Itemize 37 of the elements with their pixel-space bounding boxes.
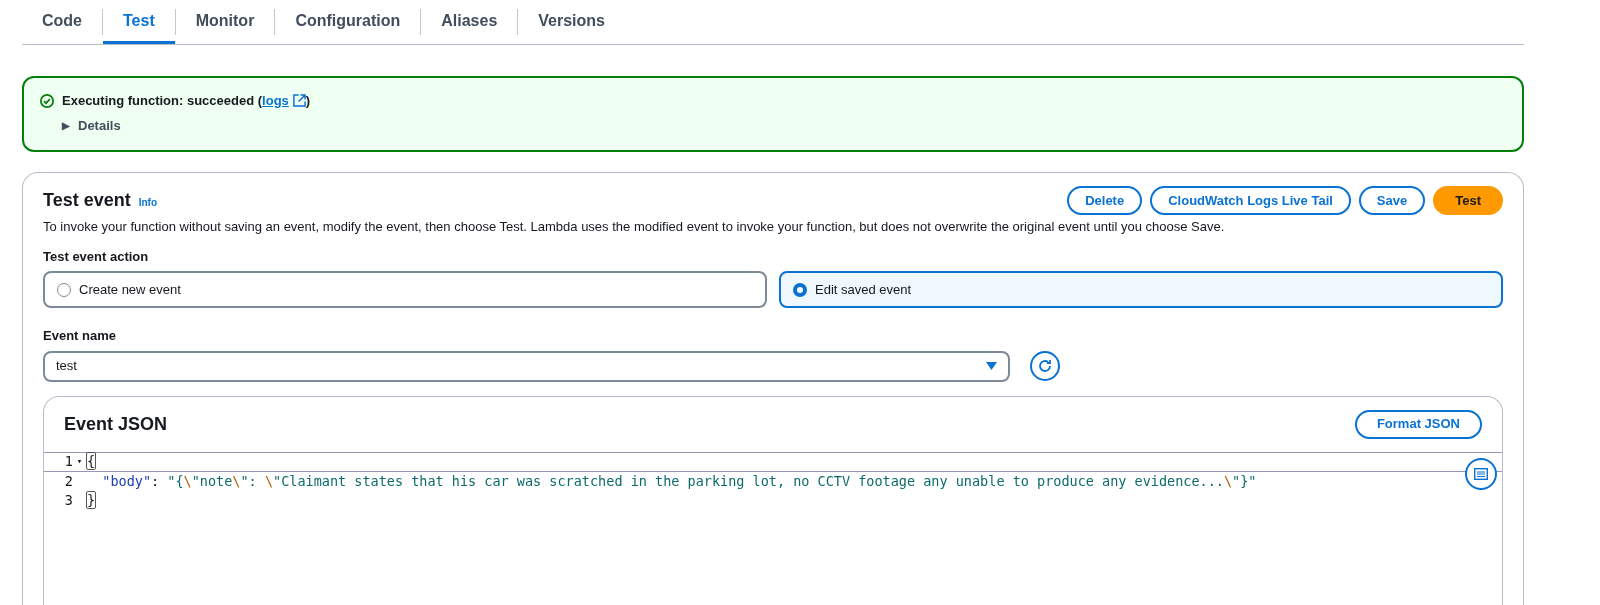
action-button[interactable]: Test	[1433, 186, 1503, 215]
check-circle-icon	[40, 93, 54, 108]
action-button[interactable]: Delete	[1067, 186, 1143, 215]
fold-toggle[interactable]: ▾	[76, 455, 83, 466]
external-link-icon	[292, 94, 306, 108]
description: To invoke your function without saving an event, modify the event, then choose Test. Lambda uses the modified event to invoke your function, but does not overwrite the original event until you choose Save.	[43, 218, 1226, 236]
field-label: Event name	[43, 327, 117, 345]
field-label: Test event action	[43, 247, 150, 266]
line-number: 1	[63, 452, 73, 472]
tab[interactable]: Configuration	[275, 0, 421, 44]
tab[interactable]: Monitor	[175, 0, 275, 44]
radio-button[interactable]	[793, 282, 807, 297]
tab[interactable]: Versions	[518, 0, 625, 44]
radio-label: Create new event	[79, 280, 181, 299]
radio-label: Edit saved event	[815, 280, 912, 299]
line-number: 2	[63, 471, 73, 491]
tab[interactable]: Aliases	[421, 0, 518, 44]
tab[interactable]: Code	[22, 0, 102, 44]
event-name-select[interactable]: test	[43, 350, 1010, 382]
radio-tile[interactable]: Create new event	[43, 271, 767, 308]
code-line: "body": "{\"note\": \"Claimant states that his car was scratched in the parking lot, no CCTV footage any unable to produce any evidence...\"}"	[101, 471, 1257, 491]
logs-link[interactable]: logs	[262, 91, 289, 111]
format-json-button[interactable]: Format JSON	[1354, 409, 1482, 439]
refresh-button[interactable]	[1030, 351, 1060, 381]
info-link[interactable]: Info	[138, 194, 158, 210]
action-button[interactable]: CloudWatch Logs Live Tail	[1150, 186, 1351, 215]
alert-message-end: )	[305, 92, 311, 110]
radio-tile[interactable]: Edit saved event	[779, 271, 1503, 308]
details-toggle[interactable]: ▶ Details	[62, 115, 121, 135]
alert-message: Executing function: succeeded (	[62, 92, 263, 110]
keyboard-icon[interactable]	[1465, 457, 1497, 490]
card-title: Test event	[43, 188, 131, 212]
refresh-icon	[1037, 358, 1053, 374]
panel-title: Event JSON	[64, 412, 168, 436]
action-button[interactable]: Save	[1358, 186, 1426, 215]
line-number: 3	[63, 490, 73, 510]
caret-down-icon	[986, 362, 997, 370]
